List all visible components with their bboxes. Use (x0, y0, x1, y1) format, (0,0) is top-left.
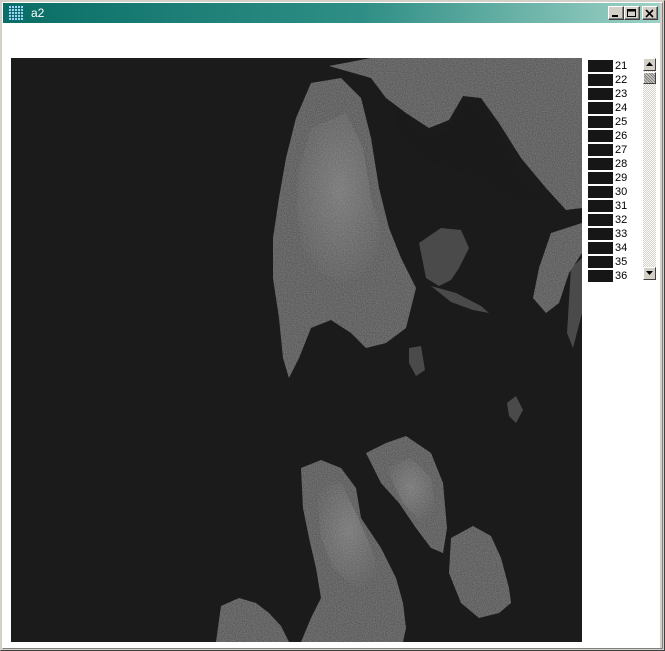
legend-label: 32 (615, 214, 628, 226)
client-area: 21 22 23 24 25 26 27 28 29 30 31 32 33 3… (3, 23, 660, 648)
legend-row[interactable]: 24 (588, 101, 636, 115)
legend-label: 30 (615, 186, 628, 198)
minimize-icon (612, 15, 618, 17)
legend-row[interactable]: 34 (588, 241, 636, 255)
legend-row[interactable]: 33 (588, 227, 636, 241)
legend-label: 23 (615, 88, 628, 100)
scroll-down-button[interactable] (643, 267, 656, 280)
legend-label: 22 (615, 74, 628, 86)
legend-swatch (588, 74, 613, 86)
legend-row[interactable]: 36 (588, 269, 636, 283)
app-grid-icon (9, 6, 23, 20)
arrow-down-icon (646, 271, 653, 275)
legend-swatch (588, 158, 613, 170)
legend-label: 27 (615, 144, 628, 156)
legend-row[interactable]: 23 (588, 87, 636, 101)
legend-label: 21 (615, 60, 628, 72)
satellite-image-render (216, 58, 582, 642)
legend-swatch (588, 60, 613, 72)
close-button[interactable] (642, 6, 658, 20)
legend-swatch (588, 186, 613, 198)
legend-swatch (588, 102, 613, 114)
legend-row[interactable]: 29 (588, 171, 636, 185)
legend-row[interactable]: 31 (588, 199, 636, 213)
color-legend: 21 22 23 24 25 26 27 28 29 30 31 32 33 3… (588, 59, 636, 283)
legend-label: 26 (615, 130, 628, 142)
legend-label: 31 (615, 200, 628, 212)
legend-row[interactable]: 22 (588, 73, 636, 87)
legend-label: 28 (615, 158, 628, 170)
scroll-up-button[interactable] (643, 58, 656, 71)
legend-label: 25 (615, 116, 628, 128)
legend-label: 29 (615, 172, 628, 184)
legend-label: 33 (615, 228, 628, 240)
legend-swatch (588, 88, 613, 100)
scroll-thumb[interactable] (643, 72, 656, 84)
legend-row[interactable]: 21 (588, 59, 636, 73)
legend-label: 34 (615, 242, 628, 254)
legend-swatch (588, 228, 613, 240)
legend-swatch (588, 200, 613, 212)
title-bar[interactable]: a2 (3, 3, 660, 23)
legend-swatch (588, 242, 613, 254)
legend-swatch (588, 144, 613, 156)
maximize-button[interactable] (624, 6, 640, 20)
satellite-image[interactable] (11, 58, 582, 642)
app-window: a2 21 22 23 24 25 26 27 28 29 30 31 32 3… (0, 0, 665, 651)
legend-label: 24 (615, 102, 628, 114)
legend-row[interactable]: 35 (588, 255, 636, 269)
legend-scrollbar[interactable] (643, 58, 656, 280)
close-icon (645, 9, 654, 18)
legend-swatch (588, 130, 613, 142)
window-title: a2 (31, 6, 45, 20)
legend-row[interactable]: 30 (588, 185, 636, 199)
legend-row[interactable]: 26 (588, 129, 636, 143)
maximize-icon (627, 9, 636, 17)
legend-row[interactable]: 27 (588, 143, 636, 157)
legend-row[interactable]: 28 (588, 157, 636, 171)
minimize-button[interactable] (608, 6, 624, 20)
legend-swatch (588, 270, 613, 282)
legend-label: 35 (615, 256, 628, 268)
legend-swatch (588, 172, 613, 184)
arrow-up-icon (646, 62, 653, 66)
legend-row[interactable]: 25 (588, 115, 636, 129)
legend-swatch (588, 256, 613, 268)
legend-swatch (588, 116, 613, 128)
legend-label: 36 (615, 270, 628, 282)
legend-row[interactable]: 32 (588, 213, 636, 227)
legend-swatch (588, 214, 613, 226)
